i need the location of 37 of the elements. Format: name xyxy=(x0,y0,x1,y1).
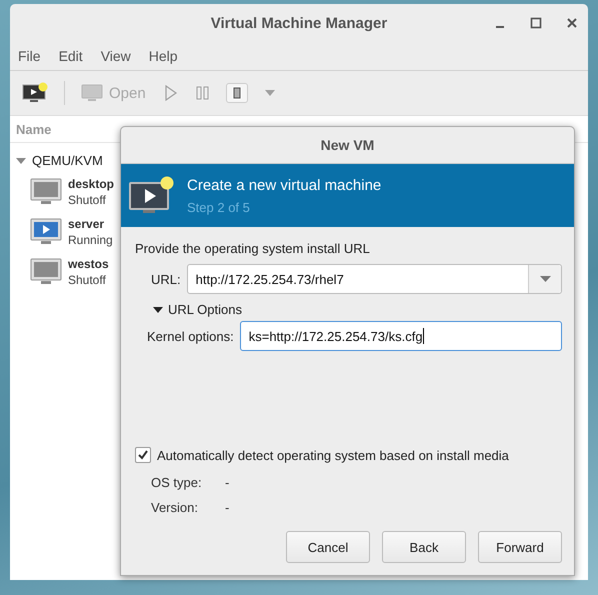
maximize-icon[interactable] xyxy=(530,17,542,29)
detail-label: Version: xyxy=(151,500,199,516)
vm-name[interactable]: server xyxy=(68,216,113,232)
dialog-button[interactable]: Back xyxy=(382,531,466,563)
prompt-text: Provide the operating system install URL xyxy=(135,241,371,256)
dialog-heading: Create a new virtual machine xyxy=(187,176,382,194)
detail-label: OS type: xyxy=(151,475,203,491)
window-title: Virtual Machine Manager xyxy=(210,14,388,32)
detail-value: - xyxy=(225,500,230,516)
power-switch-icon xyxy=(232,87,241,99)
menu-item[interactable]: Help xyxy=(148,48,178,64)
expander-icon[interactable] xyxy=(153,304,163,314)
connection-label[interactable]: QEMU/KVM xyxy=(32,153,103,168)
kernel-options-field[interactable]: ks=http://172.25.254.73/ks.cfg xyxy=(240,321,562,351)
vm-name[interactable]: desktop xyxy=(68,176,114,192)
shutdown-button[interactable] xyxy=(226,83,248,103)
menu-item[interactable]: Edit xyxy=(58,48,83,64)
menu-item[interactable]: File xyxy=(18,48,41,64)
dialog-title: New VM xyxy=(320,137,374,153)
detail-value: - xyxy=(225,475,230,491)
checkbox-label[interactable]: Automatically detect operating system based on install media xyxy=(157,448,509,462)
url-combo-field[interactable]: http://172.25.254.73/rhel7 xyxy=(186,264,562,294)
vm-status: Shutoff xyxy=(68,192,107,208)
close-icon[interactable] xyxy=(566,17,578,29)
vm-status: Shutoff xyxy=(68,272,107,288)
vm-name[interactable]: westos xyxy=(68,256,109,272)
url-options-expander[interactable]: URL Options xyxy=(168,302,242,317)
dialog-button[interactable]: Forward xyxy=(478,531,562,563)
checkbox[interactable] xyxy=(135,447,151,463)
monitor-icon xyxy=(81,84,103,102)
step-label: Step 2 of 5 xyxy=(187,200,251,214)
dialog-button[interactable]: Cancel xyxy=(286,531,370,563)
menu-item[interactable]: View xyxy=(100,48,131,64)
vm-status: Running xyxy=(68,232,113,248)
url-label: URL: xyxy=(151,272,181,286)
dropdown-icon[interactable] xyxy=(540,276,550,282)
kernel-options-label: Kernel options: xyxy=(147,328,234,344)
